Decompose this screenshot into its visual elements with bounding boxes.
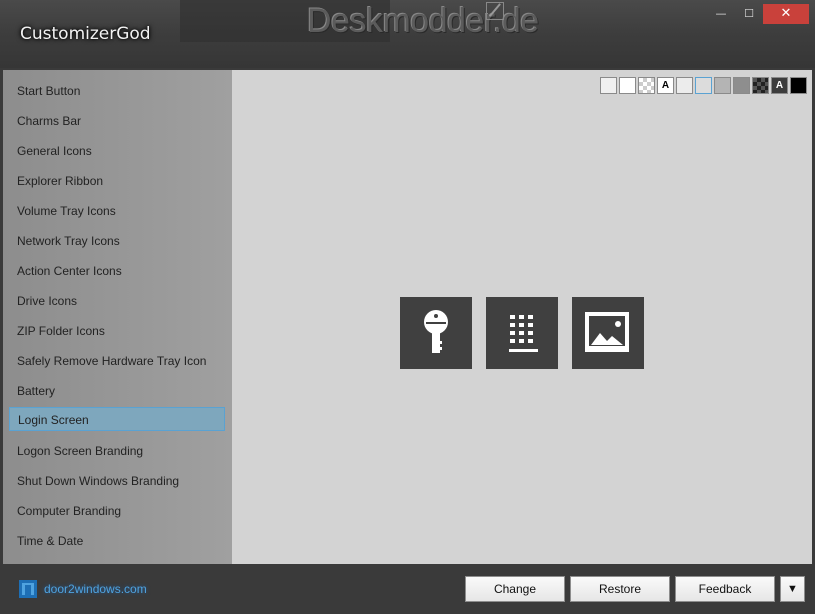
sidebar-item-login-screen[interactable]: Login Screen [9, 407, 225, 431]
password-tile[interactable] [400, 297, 472, 369]
sidebar-item-network-tray-icons[interactable]: Network Tray Icons [9, 229, 219, 253]
door2windows-logo-icon [18, 579, 38, 599]
restore-button[interactable]: Restore [570, 576, 670, 602]
bottom-bar: door2windows.com Change Restore Feedback… [0, 564, 815, 614]
key-icon [424, 310, 448, 353]
title-bar: CustomizerGod Deskmodder.de — ☐ ✕ [0, 0, 815, 68]
background-swatch-bar: A A [598, 77, 807, 94]
swatch-mid-gray[interactable] [714, 77, 731, 94]
swatch-checker-dark[interactable] [752, 77, 769, 94]
close-button[interactable]: ✕ [763, 4, 809, 24]
sidebar-item-action-center-icons[interactable]: Action Center Icons [9, 259, 219, 283]
sidebar-item-charms-bar[interactable]: Charms Bar [9, 109, 219, 133]
sidebar-item-zip-folder-icons[interactable]: ZIP Folder Icons [9, 319, 219, 343]
sidebar-item-shut-down-branding[interactable]: Shut Down Windows Branding [9, 469, 219, 493]
sidebar-item-explorer-ribbon[interactable]: Explorer Ribbon [9, 169, 219, 193]
sidebar-item-volume-tray-icons[interactable]: Volume Tray Icons [9, 199, 219, 223]
keypad-icon [509, 315, 538, 352]
sidebar-item-time-date[interactable]: Time & Date [9, 529, 219, 553]
preview-panel: A A [232, 70, 812, 564]
change-button[interactable]: Change [465, 576, 565, 602]
swatch-off-white[interactable] [676, 77, 693, 94]
maximize-button[interactable]: ☐ [740, 4, 758, 24]
swatch-light-gray[interactable] [600, 77, 617, 94]
swatch-white-text[interactable]: A [657, 77, 674, 94]
category-list: Start Button Charms Bar General Icons Ex… [3, 70, 232, 564]
sidebar-item-start-button[interactable]: Start Button [9, 79, 219, 103]
feedback-button[interactable]: Feedback [675, 576, 775, 602]
sidebar-item-logon-screen-branding[interactable]: Logon Screen Branding [9, 439, 219, 463]
sidebar-item-computer-branding[interactable]: Computer Branding [9, 499, 219, 523]
sidebar-item-battery[interactable]: Battery [9, 379, 219, 403]
brand-label: door2windows.com [44, 582, 147, 596]
swatch-checker[interactable] [638, 77, 655, 94]
swatch-selected-gray[interactable] [695, 77, 712, 94]
door2windows-link[interactable]: door2windows.com [18, 578, 147, 600]
picture-icon [585, 312, 629, 352]
swatch-black[interactable] [790, 77, 807, 94]
sidebar-item-general-icons[interactable]: General Icons [9, 139, 219, 163]
swatch-white[interactable] [619, 77, 636, 94]
swatch-dark-text[interactable]: A [771, 77, 788, 94]
sidebar-item-drive-icons[interactable]: Drive Icons [9, 289, 219, 313]
picture-password-tile[interactable] [572, 297, 644, 369]
pin-tile[interactable] [486, 297, 558, 369]
swatch-dark-gray[interactable] [733, 77, 750, 94]
watermark-pen-icon [486, 2, 504, 20]
menu-dropdown-button[interactable]: ▼ [780, 576, 805, 602]
sidebar-item-safely-remove-hardware[interactable]: Safely Remove Hardware Tray Icon [9, 349, 219, 373]
app-title: CustomizerGod [20, 24, 151, 44]
minimize-button[interactable]: — [712, 4, 730, 24]
